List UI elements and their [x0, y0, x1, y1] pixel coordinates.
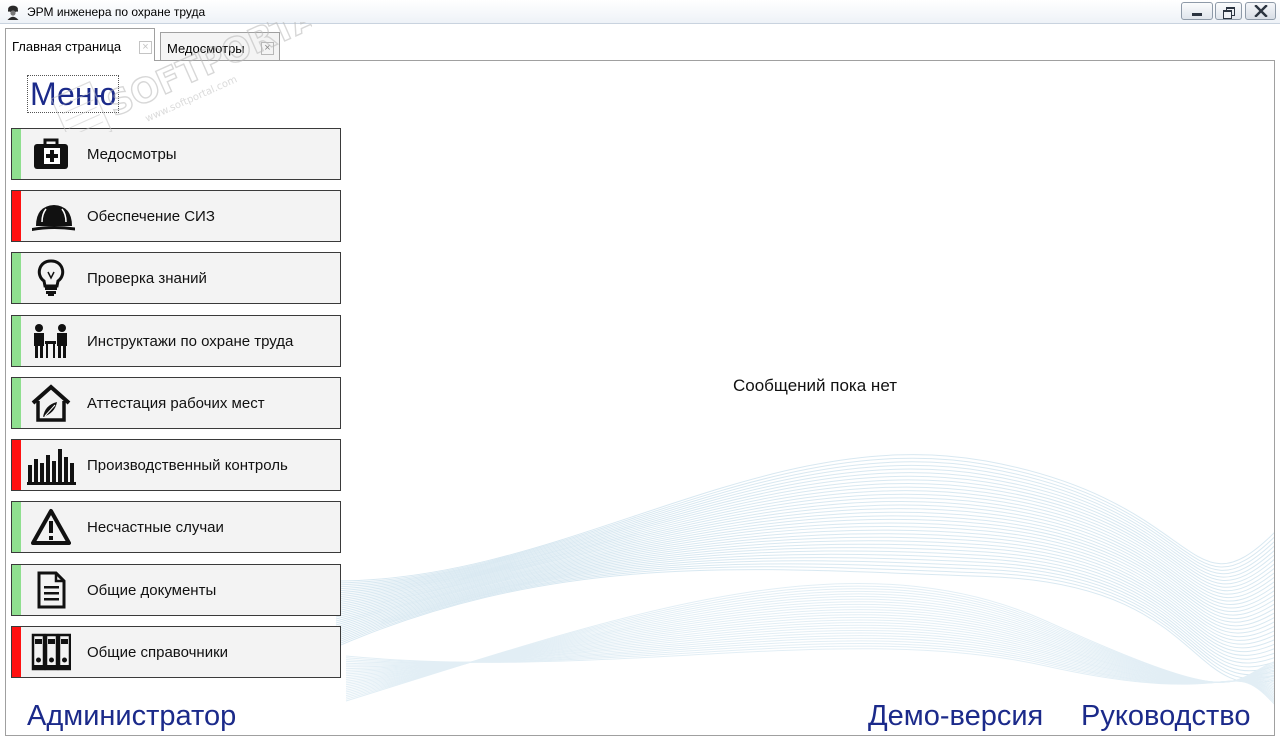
restore-button[interactable]: [1215, 2, 1242, 20]
binders-icon: [31, 633, 71, 671]
status-stripe: [12, 253, 21, 303]
menu-item-knowledge-check[interactable]: Проверка знаний: [11, 252, 341, 304]
menu-item-label: Обеспечение СИЗ: [87, 208, 215, 225]
current-user-link[interactable]: Администратор: [27, 699, 236, 733]
menu-item-label: Общие документы: [87, 582, 217, 599]
close-window-button[interactable]: [1245, 2, 1276, 20]
demo-version-link[interactable]: Демо-версия: [868, 699, 1043, 733]
tab-main-page-close-icon[interactable]: ×: [139, 41, 152, 54]
minimize-icon: [1192, 12, 1202, 16]
document-icon: [37, 571, 66, 609]
menu-item-label: Инструктажи по охране труда: [87, 333, 294, 350]
menu-item-label: Производственный контроль: [87, 457, 288, 474]
status-stripe: [12, 502, 21, 552]
close-icon: [1253, 5, 1268, 17]
house-icon: [31, 384, 71, 422]
status-stripe: [12, 440, 21, 490]
menu-item-label: Медосмотры: [87, 146, 177, 163]
status-stripe: [12, 378, 21, 428]
user-guide-link[interactable]: Руководство: [1081, 699, 1250, 733]
status-stripe: [12, 565, 21, 615]
tab-medical-checkups[interactable]: Медосмотры ×: [160, 32, 280, 60]
warning-icon: [31, 509, 71, 545]
factory-icon: [27, 449, 76, 485]
status-stripe: [12, 316, 21, 366]
status-message: Сообщений пока нет: [733, 376, 897, 395]
status-stripe: [12, 191, 21, 241]
menu-item-safety-briefings[interactable]: Инструктажи по охране труда: [11, 315, 341, 367]
menu-item-label: Общие справочники: [87, 644, 229, 661]
status-stripe: [12, 627, 21, 677]
menu-item-accidents[interactable]: Несчастные случаи: [11, 501, 341, 553]
menu-item-common-directories[interactable]: Общие справочники: [11, 626, 341, 678]
menu-item-label: Аттестация рабочих мест: [87, 395, 265, 412]
menu-item-common-documents[interactable]: Общие документы: [11, 564, 341, 616]
minimize-button[interactable]: [1181, 2, 1213, 20]
tab-medical-checkups-label: Медосмотры: [167, 41, 245, 56]
menu-item-label: Несчастные случаи: [87, 519, 224, 536]
menu-item-workplace-certification[interactable]: Аттестация рабочих мест: [11, 377, 341, 429]
briefing-people-icon: [34, 324, 67, 358]
menu-item-ppe-supply[interactable]: Обеспечение СИЗ: [11, 190, 341, 242]
main-page-panel: Меню Медосмотры Обеспечение СИЗ Проверка…: [5, 60, 1275, 736]
status-stripe: [12, 129, 21, 179]
hard-hat-icon: [32, 205, 75, 231]
light-bulb-icon: [37, 259, 65, 296]
tab-main-page[interactable]: Главная страница ×: [5, 28, 155, 61]
worker-icon: [7, 5, 19, 20]
window-title: ЭРМ инженера по охране труда: [27, 5, 206, 19]
medical-kit-icon: [34, 138, 68, 169]
menu-item-production-control[interactable]: Производственный контроль: [11, 439, 341, 491]
title-bar: ЭРМ инженера по охране труда: [0, 0, 1280, 24]
menu-item-medical-checkups[interactable]: Медосмотры: [11, 128, 341, 180]
tab-main-page-label: Главная страница: [12, 39, 122, 54]
tab-medical-checkups-close-icon[interactable]: ×: [261, 42, 274, 55]
menu-item-label: Проверка знаний: [87, 270, 207, 287]
menu-title: Меню: [27, 75, 120, 113]
restore-icon: [1223, 6, 1235, 19]
